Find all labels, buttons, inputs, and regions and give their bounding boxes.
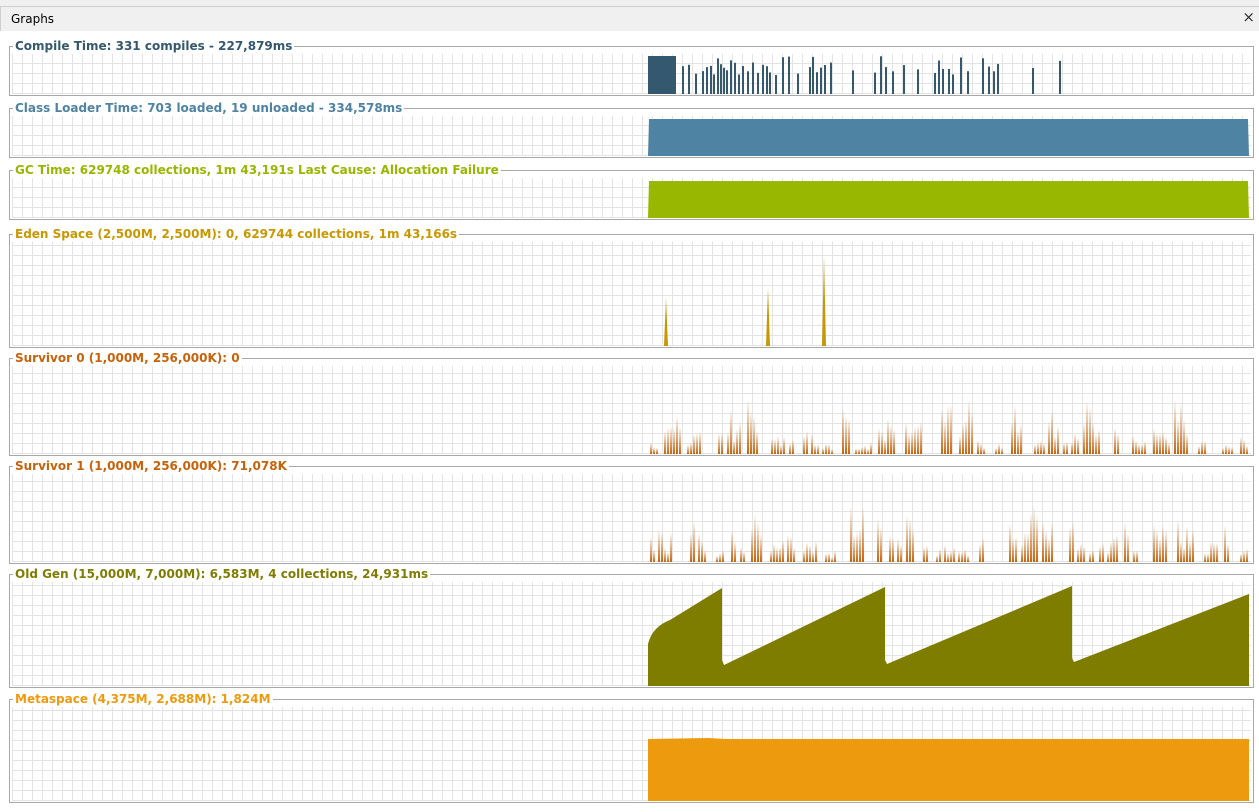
gc-time-graph: GC Time: 629748 collections, 1m 43,191s … bbox=[9, 163, 1254, 220]
survivor0-grid bbox=[12, 366, 1251, 454]
survivor-0-graph: Survivor 0 (1,000M, 256,000K): 0 bbox=[9, 351, 1254, 456]
tab-graphs[interactable]: Graphs × bbox=[0, 6, 1259, 31]
eden-space-title: Eden Space (2,500M, 2,500M): 0, 629744 c… bbox=[13, 227, 460, 241]
survivor1-grid bbox=[12, 474, 1251, 562]
eden-grid bbox=[12, 242, 1251, 346]
compile-burst bbox=[648, 56, 676, 94]
gc-time-plot bbox=[12, 178, 1251, 218]
survivor0-area bbox=[648, 399, 1249, 454]
graphs-content: Compile Time: 331 compiles - 227,879ms C… bbox=[0, 31, 1259, 812]
class-loader-time-title: Class Loader Time: 703 loaded, 19 unload… bbox=[13, 101, 405, 115]
survivor-1-graph: Survivor 1 (1,000M, 256,000K): 71,078K bbox=[9, 459, 1254, 564]
close-icon[interactable]: × bbox=[1242, 9, 1255, 25]
survivor-0-title: Survivor 0 (1,000M, 256,000K): 0 bbox=[13, 351, 242, 365]
eden-spikes bbox=[664, 256, 826, 346]
tab-graphs-label: Graphs bbox=[11, 12, 55, 26]
compile-time-title: Compile Time: 331 compiles - 227,879ms bbox=[13, 39, 295, 53]
metaspace-area bbox=[648, 738, 1249, 801]
classloader-area bbox=[648, 119, 1249, 156]
eden-space-graph: Eden Space (2,500M, 2,500M): 0, 629744 c… bbox=[9, 227, 1254, 348]
survivor-1-title: Survivor 1 (1,000M, 256,000K): 71,078K bbox=[13, 459, 289, 473]
eden-space-plot bbox=[12, 242, 1251, 346]
old-gen-graph: Old Gen (15,000M, 7,000M): 6,583M, 4 col… bbox=[9, 567, 1254, 688]
class-loader-time-plot bbox=[12, 116, 1251, 156]
metaspace-plot bbox=[12, 707, 1251, 801]
survivor1-area bbox=[648, 506, 1249, 562]
gc-time-title: GC Time: 629748 collections, 1m 43,191s … bbox=[13, 163, 501, 177]
compile-grid bbox=[12, 54, 1251, 94]
metaspace-title: Metaspace (4,375M, 2,688M): 1,824M bbox=[13, 692, 273, 706]
old-gen-plot bbox=[12, 582, 1251, 686]
survivor-0-plot bbox=[12, 366, 1251, 454]
old-gen-title: Old Gen (15,000M, 7,000M): 6,583M, 4 col… bbox=[13, 567, 431, 581]
graphs-window-titlebar: Graphs × bbox=[0, 0, 1259, 31]
class-loader-time-graph: Class Loader Time: 703 loaded, 19 unload… bbox=[9, 101, 1254, 158]
compile-spikes bbox=[682, 56, 1061, 94]
metaspace-graph: Metaspace (4,375M, 2,688M): 1,824M bbox=[9, 692, 1254, 803]
gc-area bbox=[648, 181, 1249, 218]
compile-time-graph: Compile Time: 331 compiles - 227,879ms bbox=[9, 39, 1254, 96]
survivor-1-plot bbox=[12, 474, 1251, 562]
compile-time-plot bbox=[12, 54, 1251, 94]
